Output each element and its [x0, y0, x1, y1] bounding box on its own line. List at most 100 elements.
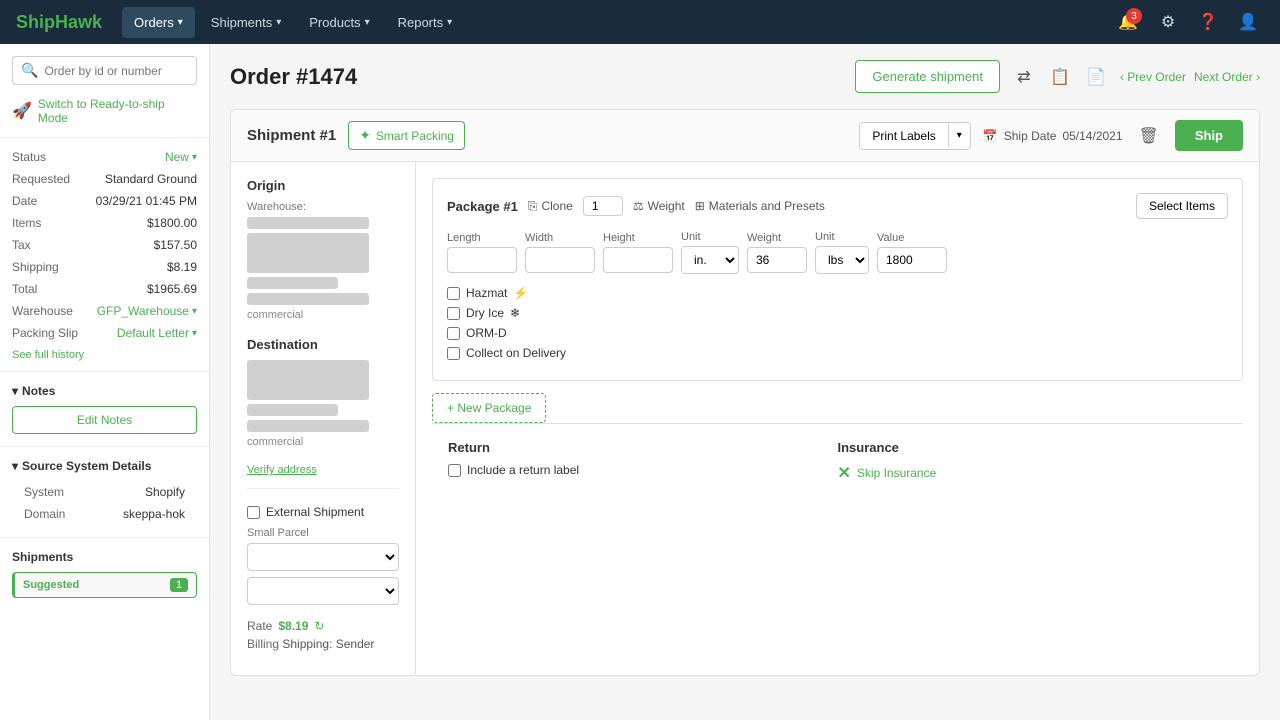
- return-label-checkbox[interactable]: [448, 464, 461, 477]
- small-parcel-select-1[interactable]: [247, 543, 399, 571]
- return-checkbox-row: Include a return label: [448, 463, 838, 477]
- shipping-row: Shipping $8.19: [0, 256, 209, 278]
- external-shipment-label: External Shipment: [266, 505, 364, 519]
- package-quantity-input[interactable]: [583, 196, 623, 216]
- external-shipment-checkbox[interactable]: [247, 506, 260, 519]
- notes-header[interactable]: ▾ Notes: [12, 384, 197, 398]
- small-parcel-label: Small Parcel: [247, 527, 399, 539]
- notes-title: Notes: [22, 384, 55, 398]
- small-parcel-select-2[interactable]: [247, 577, 399, 605]
- prev-order-link[interactable]: ‹ Prev Order: [1120, 70, 1186, 84]
- unit-select[interactable]: in. cm.: [681, 246, 739, 274]
- total-row: Total $1965.69: [0, 278, 209, 300]
- origin-dest-col: Origin Warehouse: commercial Destination: [231, 162, 416, 675]
- materials-icon: ⊞: [695, 199, 705, 213]
- materials-button[interactable]: ⊞ Materials and Presets: [695, 199, 825, 213]
- billing-value: Shipping: Sender: [282, 637, 374, 651]
- length-label: Length: [447, 232, 517, 244]
- value-input[interactable]: [877, 247, 947, 273]
- logo-text: ShipHawk: [16, 12, 102, 32]
- packing-value[interactable]: Default Letter ▾: [117, 326, 197, 340]
- new-package-button[interactable]: + New Package: [432, 393, 546, 423]
- clone-label: Clone: [541, 199, 572, 213]
- weight-unit-group: Unit lbs kg oz: [815, 231, 869, 274]
- ship-date-label: Ship Date: [1004, 129, 1057, 143]
- collapse-notes-icon: ▾: [12, 384, 18, 398]
- edit-notes-button[interactable]: Edit Notes: [12, 406, 197, 434]
- weight-unit-select[interactable]: lbs kg oz: [815, 246, 869, 274]
- nav-products[interactable]: Products ▾: [297, 7, 381, 38]
- ship-button[interactable]: Ship: [1175, 120, 1243, 151]
- settings-button[interactable]: ⚙: [1152, 6, 1184, 38]
- parcel-section: External Shipment Small Parcel Rate $8.1…: [247, 497, 399, 659]
- clone-button[interactable]: ⎘ Clone: [528, 199, 573, 214]
- next-order-link[interactable]: Next Order ›: [1194, 70, 1260, 84]
- nav-reports-label: Reports: [398, 15, 444, 30]
- width-input[interactable]: [525, 247, 595, 273]
- notifications-button[interactable]: 🔔 3: [1112, 6, 1144, 38]
- nav-reports[interactable]: Reports ▾: [386, 7, 465, 38]
- warehouse-value[interactable]: GFP_Warehouse ▾: [97, 304, 197, 318]
- search-input[interactable]: [44, 64, 188, 78]
- height-input[interactable]: [603, 247, 673, 273]
- nav-shipments-label: Shipments: [211, 15, 272, 30]
- origin-type: commercial: [247, 309, 399, 321]
- nav-shipments-chevron: ▾: [276, 17, 281, 28]
- collapse-source-icon: ▾: [12, 459, 18, 473]
- nav-shipments[interactable]: Shipments ▾: [199, 7, 293, 38]
- billing-row: Billing Shipping: Sender: [247, 637, 399, 651]
- ready-to-ship-label: Switch to Ready-to-ship Mode: [38, 97, 197, 125]
- page-header: Order #1474 Generate shipment ⇄ 📋 📄 ‹ Pr…: [230, 60, 1260, 93]
- cod-checkbox[interactable]: [447, 347, 460, 360]
- refresh-rate-button[interactable]: ↻: [314, 619, 324, 633]
- print-labels-button[interactable]: Print Labels: [860, 123, 947, 149]
- domain-row: Domain skeppa-hok: [12, 503, 197, 525]
- tax-label: Tax: [12, 238, 31, 252]
- nav-icon-group: 🔔 3 ⚙ ❓ 👤: [1112, 6, 1264, 38]
- requested-label: Requested: [12, 172, 70, 186]
- nav-orders-label: Orders: [134, 15, 174, 30]
- package-1-box: Package #1 ⎘ Clone ⚖ Weight ⊞: [432, 178, 1243, 381]
- source-header[interactable]: ▾ Source System Details: [12, 459, 197, 473]
- height-label: Height: [603, 232, 673, 244]
- select-items-button[interactable]: Select Items: [1136, 193, 1228, 219]
- packages-col: Package #1 ⎘ Clone ⚖ Weight ⊞: [416, 162, 1259, 675]
- weight-input[interactable]: [747, 247, 807, 273]
- source-section: ▾ Source System Details System Shopify D…: [0, 455, 209, 529]
- ready-to-ship-banner[interactable]: 🚀 Switch to Ready-to-ship Mode: [12, 97, 197, 125]
- notification-count: 3: [1126, 8, 1142, 24]
- user-button[interactable]: 👤: [1232, 6, 1264, 38]
- delete-shipment-button[interactable]: 🗑: [1135, 122, 1163, 150]
- return-title: Return: [448, 440, 838, 455]
- orm-d-checkbox[interactable]: [447, 327, 460, 340]
- generate-shipment-button[interactable]: Generate shipment: [855, 60, 1000, 93]
- weight-button[interactable]: ⚖ Weight: [633, 199, 685, 213]
- nav-orders[interactable]: Orders ▾: [122, 7, 195, 38]
- length-input[interactable]: [447, 247, 517, 273]
- dry-ice-icon: ❄: [510, 306, 520, 320]
- hazmat-checkbox[interactable]: [447, 287, 460, 300]
- source-title: Source System Details: [22, 459, 151, 473]
- verify-address-link[interactable]: Verify address: [247, 464, 399, 476]
- status-value[interactable]: New ▾: [165, 150, 197, 164]
- smart-packing-button[interactable]: ✦ Smart Packing: [348, 121, 465, 150]
- origin-address-line3: [247, 293, 369, 305]
- copy-icon-button[interactable]: 📋: [1044, 61, 1076, 93]
- smart-packing-label: Smart Packing: [376, 129, 454, 143]
- origin-title: Origin: [247, 178, 399, 193]
- document-icon-button[interactable]: 📄: [1080, 61, 1112, 93]
- dest-address-line2: [247, 404, 338, 416]
- see-full-history-link[interactable]: See full history: [12, 345, 84, 365]
- page-nav: ‹ Prev Order Next Order ›: [1120, 70, 1260, 84]
- hazmat-row: Hazmat ⚡: [447, 286, 1228, 300]
- transfer-icon-button[interactable]: ⇄: [1008, 61, 1040, 93]
- nav-products-label: Products: [309, 15, 360, 30]
- page-title: Order #1474: [230, 64, 855, 90]
- weight-unit-label: Unit: [815, 231, 869, 243]
- external-shipment-row: External Shipment: [247, 505, 399, 519]
- help-button[interactable]: ❓: [1192, 6, 1224, 38]
- nav-products-chevron: ▾: [365, 17, 370, 28]
- packing-label: Packing Slip: [12, 326, 78, 340]
- print-labels-arrow-button[interactable]: ▾: [948, 124, 970, 147]
- dry-ice-checkbox[interactable]: [447, 307, 460, 320]
